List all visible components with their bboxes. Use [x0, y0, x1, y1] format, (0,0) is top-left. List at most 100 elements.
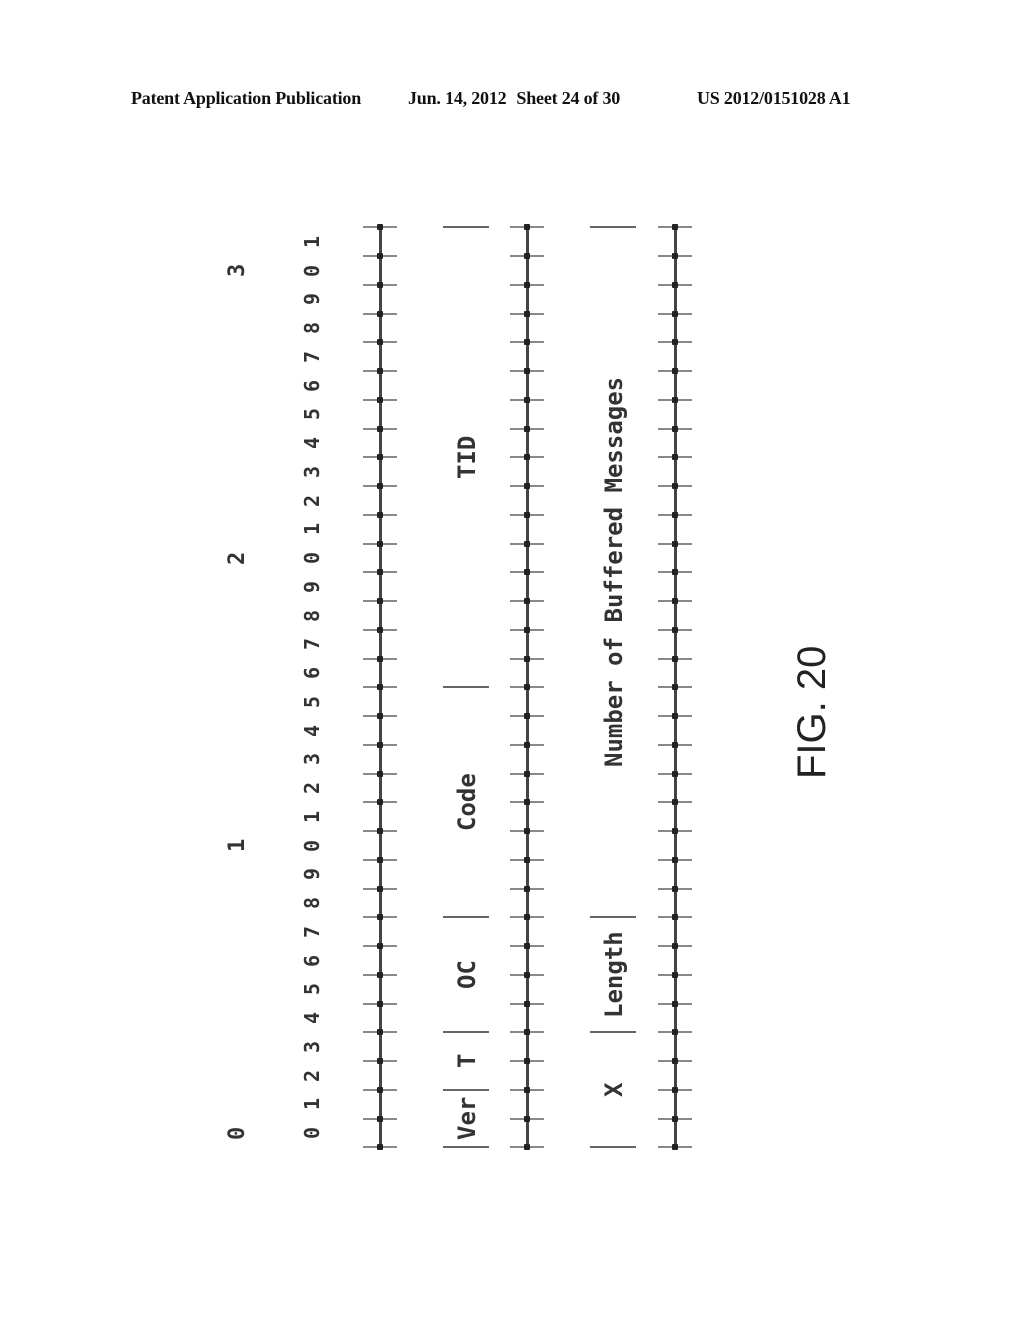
bit-number: 5: [300, 695, 324, 708]
bit-boundary-node: [524, 569, 530, 576]
bit-boundary-node: [672, 511, 678, 518]
bit-boundary-node: [524, 425, 530, 432]
bit-number: 8: [300, 321, 324, 334]
bit-boundary-node: [377, 1144, 383, 1151]
bit-boundary-node: [524, 741, 530, 748]
field-tid: TID: [453, 435, 481, 479]
bit-boundary-node: [377, 828, 383, 835]
bit-boundary-node: [672, 1058, 678, 1065]
bit-boundary-node: [524, 1058, 530, 1065]
bit-boundary-node: [377, 741, 383, 748]
decade-label: 2: [225, 551, 250, 565]
bit-boundary-node: [524, 684, 530, 691]
bit-boundary-node: [377, 569, 383, 576]
bit-number: 1: [300, 523, 324, 536]
bit-boundary-node: [524, 310, 530, 317]
bit-number: 0: [300, 551, 324, 564]
bit-boundary-node: [524, 1115, 530, 1122]
bit-boundary-node: [524, 253, 530, 260]
bit-boundary-node: [524, 770, 530, 777]
bit-boundary-node: [377, 1086, 383, 1093]
bit-boundary-node: [377, 224, 383, 231]
bit-boundary-node: [672, 339, 678, 346]
bit-boundary-node: [377, 713, 383, 720]
field-t: T: [453, 1053, 481, 1069]
bit-boundary-node: [672, 943, 678, 950]
bit-boundary-node: [672, 569, 678, 576]
bit-boundary-node: [672, 799, 678, 806]
bit-number: 3: [300, 753, 324, 766]
bit-boundary-node: [524, 540, 530, 547]
bit-boundary-node: [377, 425, 383, 432]
bit-boundary-node: [672, 483, 678, 490]
bit-number: 4: [300, 1011, 324, 1024]
bit-boundary-node: [524, 655, 530, 662]
bit-boundary-node: [524, 281, 530, 288]
bit-boundary-node: [377, 483, 383, 490]
bit-boundary-node: [524, 856, 530, 863]
bit-number: 6: [300, 954, 324, 967]
field-number-of-buffered-messages: Number of Buffered Messages: [600, 377, 628, 768]
field-ver: Ver: [453, 1096, 481, 1141]
decade-label: 0: [225, 1126, 250, 1140]
bit-boundary-node: [377, 885, 383, 892]
bit-boundary-node: [524, 626, 530, 633]
bit-boundary-node: [672, 828, 678, 835]
bit-boundary-node: [672, 684, 678, 691]
bit-number: 0: [300, 1126, 324, 1139]
packet-header-diagram: 0 1 2 3 0 1 2 3 4 5 6 7 8 9 0 1 2 3 4 5 6 7 8 9 0 1 2 3 4 5 6 7 8 9 0 1 Ver T…: [0, 0, 1024, 1320]
bit-boundary-node: [524, 454, 530, 461]
bit-number: 5: [300, 408, 324, 421]
bit-boundary-node: [672, 540, 678, 547]
bit-boundary-node: [672, 1000, 678, 1007]
bit-boundary-node: [672, 396, 678, 403]
bit-boundary-node: [524, 914, 530, 921]
bit-boundary-node: [377, 770, 383, 777]
field-separator: [590, 226, 636, 229]
field-separator: [443, 1088, 489, 1091]
bit-boundary-node: [672, 253, 678, 260]
bit-boundary-node: [377, 1000, 383, 1007]
bit-boundary-node: [377, 598, 383, 605]
bit-boundary-node: [377, 1058, 383, 1065]
bit-boundary-node: [377, 655, 383, 662]
field-separator: [443, 1146, 489, 1149]
bit-number: 7: [300, 638, 324, 651]
bit-number: 9: [300, 868, 324, 881]
bit-boundary-node: [672, 971, 678, 978]
bit-boundary-node: [524, 713, 530, 720]
bit-number: 0: [300, 264, 324, 277]
field-x: X: [600, 1082, 628, 1097]
bit-boundary-node: [524, 1000, 530, 1007]
bit-boundary-node: [524, 511, 530, 518]
bit-boundary-node: [672, 1115, 678, 1122]
bit-number: 4: [300, 436, 324, 449]
bit-number: 8: [300, 609, 324, 622]
bit-boundary-node: [377, 310, 383, 317]
bit-boundary-node: [377, 799, 383, 806]
bit-boundary-node: [377, 626, 383, 633]
bit-boundary-node: [672, 368, 678, 375]
bit-number: 8: [300, 896, 324, 909]
bit-boundary-node: [524, 828, 530, 835]
bit-boundary-node: [377, 914, 383, 921]
bit-boundary-node: [377, 943, 383, 950]
bit-number: 9: [300, 293, 324, 306]
bit-boundary-node: [672, 770, 678, 777]
bit-boundary-node: [672, 713, 678, 720]
bit-boundary-node: [377, 971, 383, 978]
bit-boundary-node: [377, 253, 383, 260]
bit-boundary-node: [524, 368, 530, 375]
bit-boundary-node: [672, 885, 678, 892]
bit-boundary-node: [672, 1144, 678, 1151]
bit-boundary-node: [524, 339, 530, 346]
bit-number: 2: [300, 1069, 324, 1082]
bit-boundary-node: [672, 655, 678, 662]
bit-number: 4: [300, 724, 324, 737]
bit-boundary-node: [524, 1029, 530, 1036]
bit-number: 3: [300, 1040, 324, 1053]
bit-boundary-node: [672, 741, 678, 748]
bit-number: 6: [300, 379, 324, 392]
bit-boundary-node: [672, 598, 678, 605]
bit-boundary-node: [672, 1029, 678, 1036]
